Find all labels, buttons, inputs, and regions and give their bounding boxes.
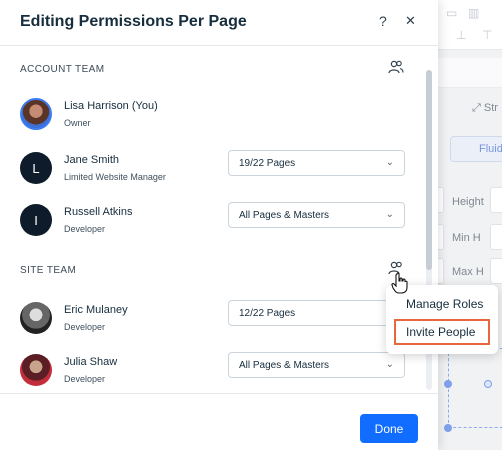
scrollbar-thumb[interactable]	[426, 70, 432, 270]
member-name: Russell Atkins	[64, 206, 133, 218]
permissions-modal: Editing Permissions Per Page ? ✕ ACCOUNT…	[0, 0, 438, 450]
site-team-label: SITE TEAM	[20, 265, 77, 276]
hand-cursor-icon	[391, 272, 408, 294]
member-name: Julia Shaw	[64, 356, 118, 368]
page-access-dropdown[interactable]: All Pages & Masters ⌄	[228, 352, 405, 378]
people-actions-menu: Manage Roles Invite People	[386, 285, 498, 354]
chevron-down-icon: ⌄	[385, 359, 394, 370]
menu-item-manage-roles[interactable]: Manage Roles	[394, 291, 490, 317]
avatar: L	[20, 152, 52, 184]
menu-item-invite-people[interactable]: Invite People	[394, 319, 490, 345]
page-access-value: All Pages & Masters	[239, 360, 330, 371]
modal-header: Editing Permissions Per Page ? ✕	[0, 0, 438, 46]
member-row: Eric Mulaney Developer 12/22 Pages	[20, 300, 420, 344]
page-access-dropdown[interactable]: 19/22 Pages ⌄	[228, 150, 405, 176]
avatar	[20, 354, 52, 386]
avatar	[20, 302, 52, 334]
page-access-dropdown[interactable]: 12/22 Pages	[228, 300, 405, 326]
account-team-label: ACCOUNT TEAM	[20, 64, 105, 75]
member-name: Lisa Harrison (You)	[64, 100, 158, 112]
chevron-down-icon: ⌄	[385, 157, 394, 168]
page-access-value: 12/22 Pages	[239, 308, 296, 319]
avatar: I	[20, 204, 52, 236]
page-access-dropdown[interactable]: All Pages & Masters ⌄	[228, 202, 405, 228]
member-role: Developer	[64, 322, 106, 332]
page-access-value: 19/22 Pages	[239, 158, 296, 169]
chevron-down-icon: ⌄	[385, 209, 394, 220]
member-row: L Jane Smith Limited Website Manager 19/…	[20, 150, 420, 194]
member-role: Developer	[64, 224, 106, 234]
member-role: Owner	[64, 118, 91, 128]
member-row: Lisa Harrison (You) Owner	[20, 96, 420, 140]
page-access-value: All Pages & Masters	[239, 210, 330, 221]
member-row: Julia Shaw Developer All Pages & Masters…	[20, 352, 420, 396]
avatar	[20, 98, 52, 130]
help-icon[interactable]: ?	[379, 13, 387, 29]
member-row: I Russell Atkins Developer All Pages & M…	[20, 202, 420, 246]
member-name: Jane Smith	[64, 154, 120, 166]
member-name: Eric Mulaney	[64, 304, 128, 316]
modal-title: Editing Permissions Per Page	[20, 13, 247, 30]
modal-footer: Done	[0, 393, 438, 450]
done-button[interactable]: Done	[360, 414, 418, 443]
member-role: Limited Website Manager	[64, 172, 166, 182]
manage-people-icon[interactable]	[388, 60, 404, 74]
member-role: Developer	[64, 374, 106, 384]
close-icon[interactable]: ✕	[405, 13, 416, 29]
